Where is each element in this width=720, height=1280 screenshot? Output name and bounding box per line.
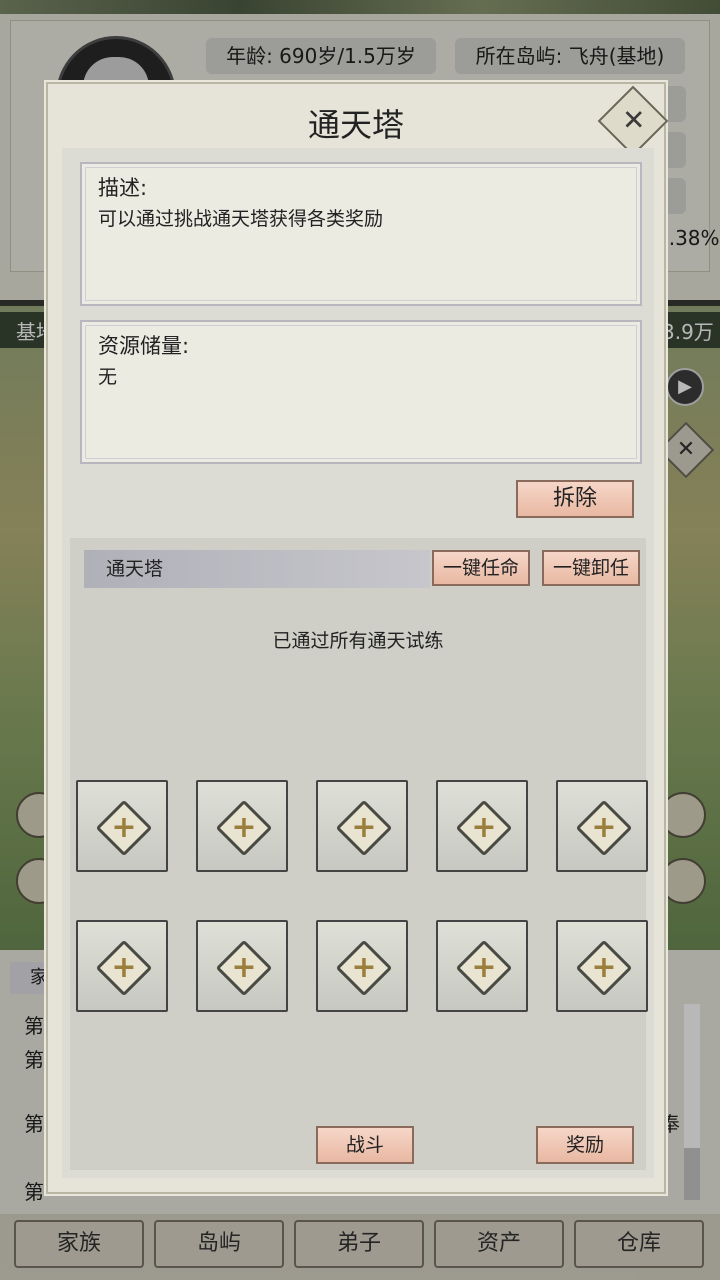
dialog-content: 描述: 可以通过挑战通天塔获得各类奖励 资源储量: 无 拆除 通天塔 一键任命 … [62, 148, 654, 1178]
add-icon: + [455, 799, 513, 857]
disciple-slot[interactable]: + [196, 920, 288, 1012]
disciple-slot[interactable]: + [76, 920, 168, 1012]
disciple-slot[interactable]: + [436, 780, 528, 872]
description-box: 描述: 可以通过挑战通天塔获得各类奖励 [80, 162, 642, 306]
add-icon: + [335, 939, 393, 997]
tower-header: 通天塔 [84, 550, 430, 588]
add-icon: + [335, 799, 393, 857]
resources-text: 无 [98, 366, 118, 388]
add-icon: + [575, 799, 633, 857]
dismiss-all-button[interactable]: 一键卸任 [542, 550, 640, 586]
add-icon: + [455, 939, 513, 997]
description-text: 可以通过挑战通天塔获得各类奖励 [98, 208, 384, 230]
disciple-slot[interactable]: + [556, 920, 648, 1012]
disciple-slot[interactable]: + [316, 780, 408, 872]
description-label: 描述: [98, 176, 148, 200]
dialog-title: 通天塔 [307, 106, 404, 144]
remove-button[interactable]: 拆除 [516, 480, 634, 518]
resources-label: 资源储量: [98, 334, 190, 358]
resources-box: 资源储量: 无 [80, 320, 642, 464]
add-icon: + [215, 939, 273, 997]
trial-status-text: 已通过所有通天试练 [272, 630, 444, 652]
fight-button[interactable]: 战斗 [316, 1126, 414, 1164]
disciple-slot[interactable]: + [556, 780, 648, 872]
add-icon: + [95, 799, 153, 857]
disciple-slot[interactable]: + [76, 780, 168, 872]
disciple-slot[interactable]: + [316, 920, 408, 1012]
tower-panel: 通天塔 一键任命 一键卸任 已通过所有通天试练 + + + + + + + + … [70, 538, 648, 1170]
tower-dialog: 通天塔 ✕ 描述: 可以通过挑战通天塔获得各类奖励 资源储量: 无 拆除 通天塔… [46, 82, 669, 1194]
add-icon: + [215, 799, 273, 857]
appoint-all-button[interactable]: 一键任命 [432, 550, 530, 586]
disciple-slot[interactable]: + [196, 780, 288, 872]
disciple-slot[interactable]: + [436, 920, 528, 1012]
add-icon: + [95, 939, 153, 997]
add-icon: + [575, 939, 633, 997]
reward-button[interactable]: 奖励 [536, 1126, 634, 1164]
